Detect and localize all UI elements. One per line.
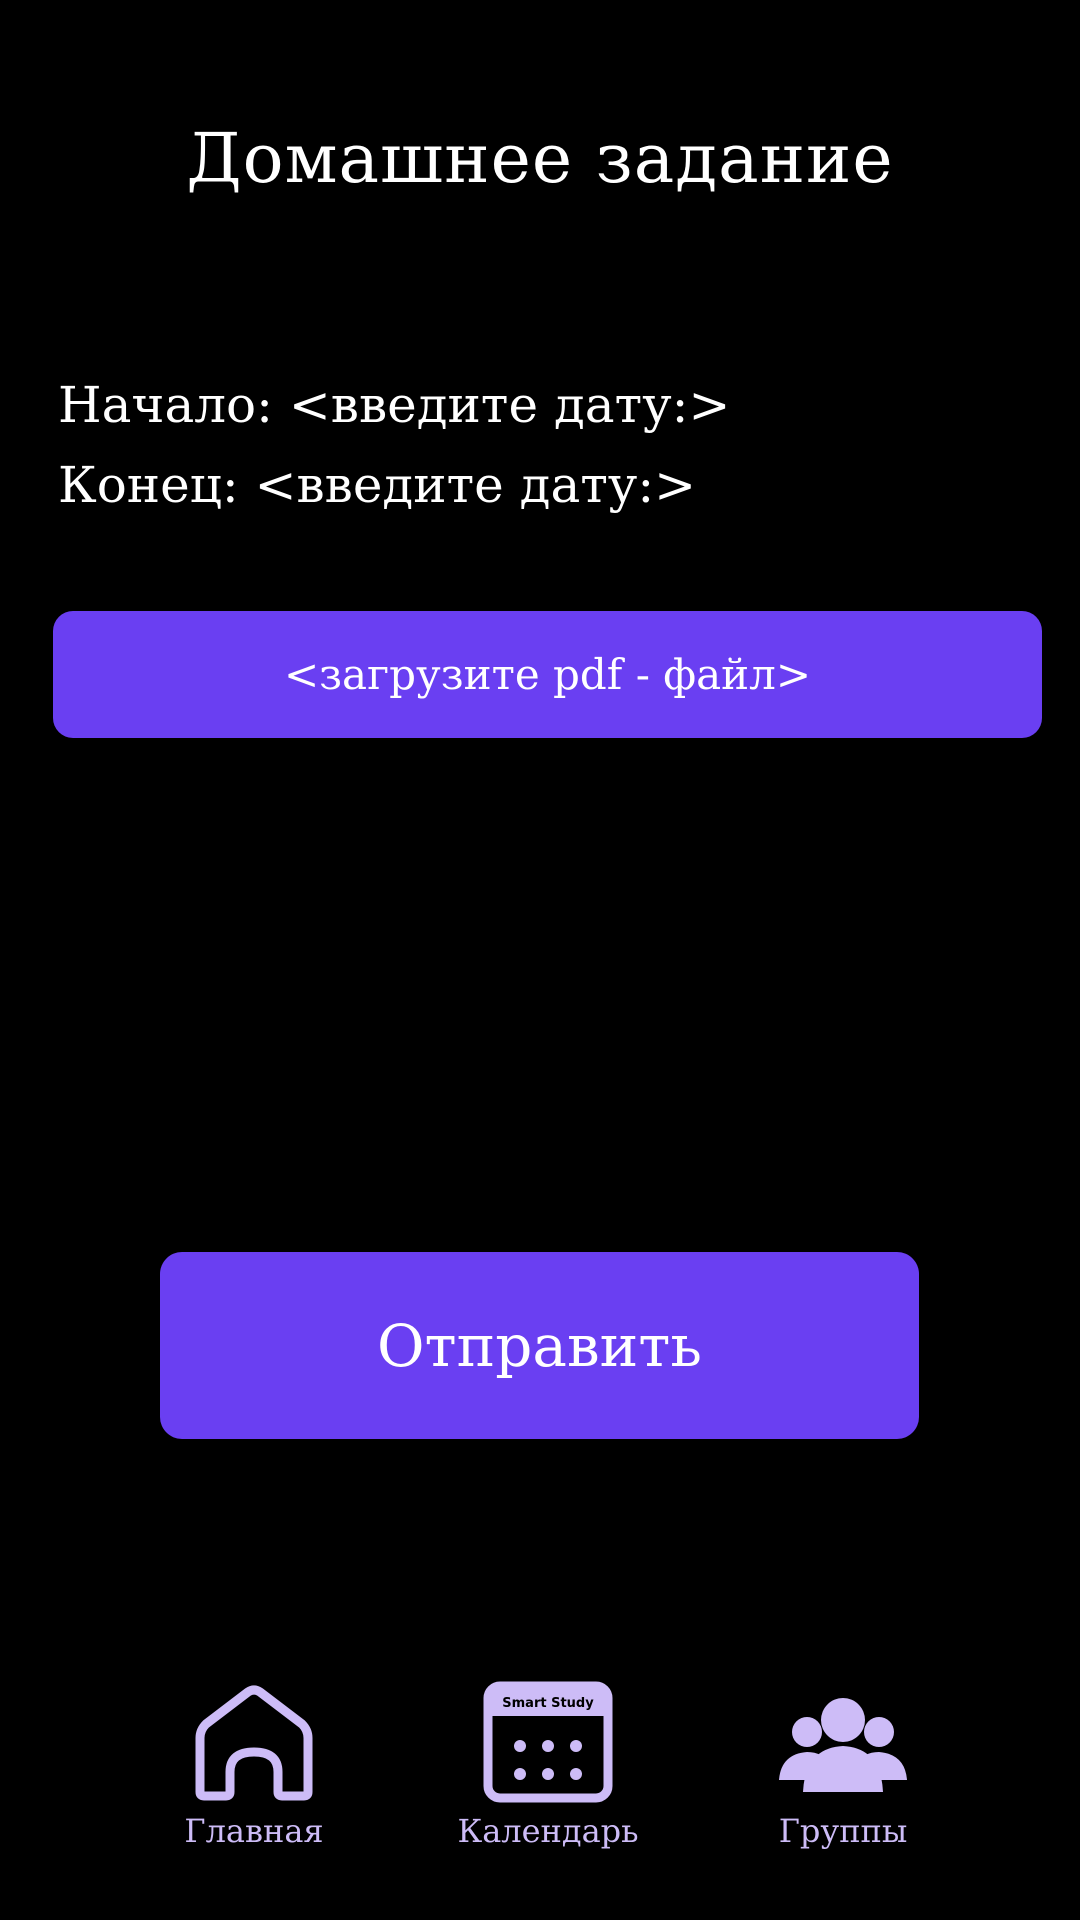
start-date-label: Начало: [58, 376, 273, 434]
nav-item-calendar[interactable]: Smart Study Календарь [418, 1680, 678, 1850]
end-date-row: Конец: <введите дату:> [58, 450, 696, 520]
nav-item-groups[interactable]: Группы [713, 1680, 973, 1850]
bottom-nav: Главная Smart Study Календарь Группы [0, 1680, 1080, 1880]
end-date-input[interactable]: <введите дату:> [255, 456, 696, 514]
nav-label-home: Главная [184, 1812, 324, 1850]
nav-item-home[interactable]: Главная [124, 1680, 384, 1850]
groups-icon [779, 1698, 907, 1792]
page-title: Домашнее задание [186, 120, 894, 199]
start-date-row: Начало: <введите дату:> [58, 370, 730, 440]
upload-pdf-button[interactable]: <загрузите pdf - файл> [53, 611, 1042, 738]
nav-label-calendar: Календарь [457, 1812, 639, 1850]
calendar-icon: Smart Study [483, 1681, 613, 1803]
home-icon [195, 1685, 313, 1801]
nav-label-groups: Группы [778, 1812, 908, 1850]
start-date-input[interactable]: <введите дату:> [289, 376, 730, 434]
submit-button[interactable]: Отправить [160, 1252, 919, 1439]
calendar-icon-caption: Smart Study [502, 1696, 594, 1711]
end-date-label: Конец: [58, 456, 239, 514]
